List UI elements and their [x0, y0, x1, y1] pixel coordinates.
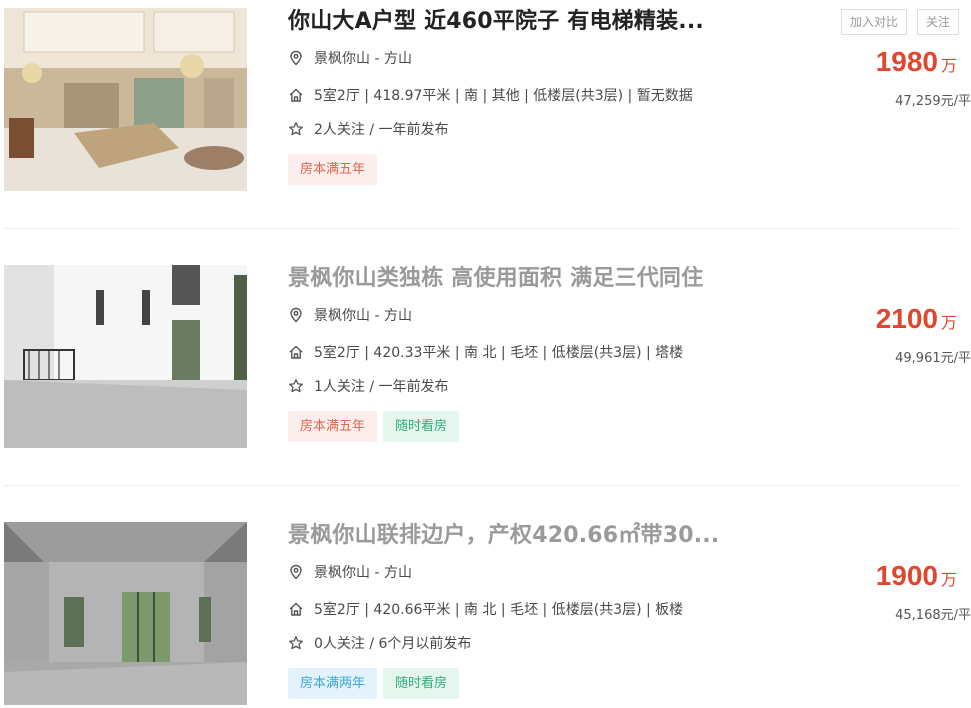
price-value: 1980: [875, 46, 938, 77]
follow-count: 2人关注 / 一年前发布: [314, 122, 449, 138]
location-pin-icon: [290, 307, 302, 323]
add-compare-button[interactable]: 加入对比: [840, 9, 907, 35]
location-link[interactable]: 景枫你山 - 方山: [314, 565, 412, 581]
price-unit: 万: [940, 313, 957, 332]
divider: [4, 228, 959, 229]
listing-info: 5室2厅 | 420.66平米 | 南 北 | 毛坯 | 低楼层(共3层) | …: [288, 600, 683, 620]
unit-price: 45,168元/平: [895, 608, 971, 623]
listing-card: 景枫你山类独栋 高使用面积 满足三代同住 景枫你山 - 方山 5室2厅 | 42…: [0, 263, 971, 453]
total-price: 1900 万: [876, 560, 957, 592]
tag-badge: 随时看房: [383, 668, 460, 699]
listing-location: 景枫你山 - 方山: [288, 306, 412, 326]
listing-follow-info: 2人关注 / 一年前发布: [288, 120, 449, 140]
house-icon: [289, 88, 303, 102]
location-link[interactable]: 景枫你山 - 方山: [314, 308, 412, 324]
listing-location: 景枫你山 - 方山: [288, 563, 412, 583]
house-details: 5室2厅 | 420.66平米 | 南 北 | 毛坯 | 低楼层(共3层) | …: [314, 602, 684, 618]
listing-tags: 房本满两年 随时看房: [288, 668, 460, 699]
listing-location: 景枫你山 - 方山: [288, 49, 412, 69]
star-icon: [289, 636, 303, 650]
unit-price: 47,259元/平: [895, 94, 971, 109]
listing-photo[interactable]: [4, 522, 247, 705]
unit-price: 49,961元/平: [895, 351, 971, 366]
listing-info: 5室2厅 | 418.97平米 | 南 | 其他 | 低楼层(共3层) | 暂无…: [288, 86, 693, 106]
listing-card: 你山大A户型 近460平院子 有电梯精装... 加入对比 关注 景枫你山 - 方…: [0, 6, 971, 196]
location-pin-icon: [290, 50, 302, 66]
tag-badge: 房本满五年: [288, 411, 378, 442]
listing-photo[interactable]: [4, 265, 247, 448]
price-value: 2100: [875, 303, 938, 334]
price-unit: 万: [940, 56, 957, 75]
listing-photo[interactable]: [4, 8, 247, 191]
tag-badge: 房本满五年: [288, 154, 378, 185]
total-price: 2100 万: [876, 303, 957, 335]
star-icon: [289, 379, 303, 393]
listing-actions: 加入对比 关注: [840, 9, 959, 35]
listing-card: 景枫你山联排边户，产权420.66㎡带30... 景枫你山 - 方山 5室2厅 …: [0, 520, 971, 708]
follow-count: 1人关注 / 一年前发布: [314, 379, 449, 395]
tag-badge: 随时看房: [383, 411, 460, 442]
follow-count: 0人关注 / 6个月以前发布: [314, 636, 472, 652]
house-icon: [289, 345, 303, 359]
total-price: 1980 万: [876, 46, 957, 78]
listing-title[interactable]: 景枫你山类独栋 高使用面积 满足三代同住: [288, 264, 703, 294]
listing-follow-info: 1人关注 / 一年前发布: [288, 377, 449, 397]
star-icon: [289, 122, 303, 136]
divider: [4, 485, 959, 486]
price-unit: 万: [940, 570, 957, 589]
listing-follow-info: 0人关注 / 6个月以前发布: [288, 634, 471, 654]
location-link[interactable]: 景枫你山 - 方山: [314, 51, 412, 67]
listing-tags: 房本满五年 随时看房: [288, 411, 460, 442]
house-details: 5室2厅 | 420.33平米 | 南 北 | 毛坯 | 低楼层(共3层) | …: [314, 345, 684, 361]
house-icon: [289, 602, 303, 616]
follow-button[interactable]: 关注: [916, 9, 959, 35]
house-details: 5室2厅 | 418.97平米 | 南 | 其他 | 低楼层(共3层) | 暂无…: [314, 88, 693, 104]
listing-tags: 房本满五年: [288, 154, 378, 185]
tag-badge: 房本满两年: [288, 668, 378, 699]
price-value: 1900: [875, 560, 938, 591]
listing-title[interactable]: 景枫你山联排边户，产权420.66㎡带30...: [288, 521, 719, 551]
listing-title[interactable]: 你山大A户型 近460平院子 有电梯精装...: [288, 7, 704, 37]
listing-info: 5室2厅 | 420.33平米 | 南 北 | 毛坯 | 低楼层(共3层) | …: [288, 343, 683, 363]
location-pin-icon: [290, 564, 302, 580]
